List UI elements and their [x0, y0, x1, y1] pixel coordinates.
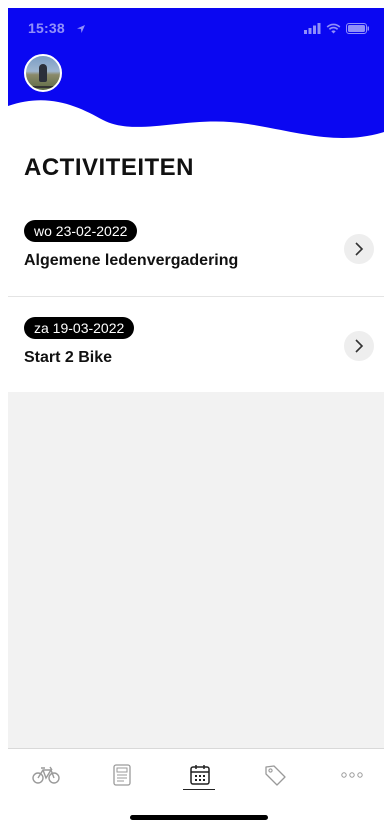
activity-name: Start 2 Bike: [24, 349, 113, 366]
active-tab-indicator: [183, 789, 215, 790]
avatar[interactable]: [24, 54, 62, 92]
more-icon[interactable]: [332, 761, 372, 789]
page-title: ACTIVITEITEN: [24, 154, 195, 181]
bicycle-icon[interactable]: [26, 761, 66, 789]
status-bar: 15:38: [8, 8, 384, 44]
tag-icon[interactable]: [256, 761, 296, 789]
activity-item[interactable]: wo 23-02-2022 Algemene ledenvergadering: [8, 200, 384, 296]
activity-name: Algemene ledenvergadering: [24, 252, 239, 269]
newspaper-icon[interactable]: [102, 761, 142, 789]
calendar-icon[interactable]: [180, 761, 220, 789]
date-badge: wo 23-02-2022: [24, 220, 138, 242]
avatar-bike: [31, 78, 57, 88]
signal-icon: [304, 21, 321, 39]
status-time: 15:38: [28, 20, 65, 36]
activity-item[interactable]: za 19-03-2022 Start 2 Bike: [8, 296, 384, 393]
empty-content-area: [8, 392, 384, 748]
chevron-right-icon[interactable]: [344, 331, 374, 361]
location-arrow-icon: [76, 21, 86, 39]
battery-icon: [346, 21, 370, 39]
wifi-icon: [326, 21, 341, 39]
chevron-right-icon[interactable]: [344, 234, 374, 264]
home-indicator[interactable]: [130, 815, 268, 820]
date-badge: za 19-03-2022: [24, 317, 135, 339]
tab-bar: [8, 748, 384, 820]
status-icons: [304, 21, 370, 39]
app-screen: 15:38 ACTIVITEITEN wo 23-02-2022 Algemen…: [0, 0, 384, 820]
